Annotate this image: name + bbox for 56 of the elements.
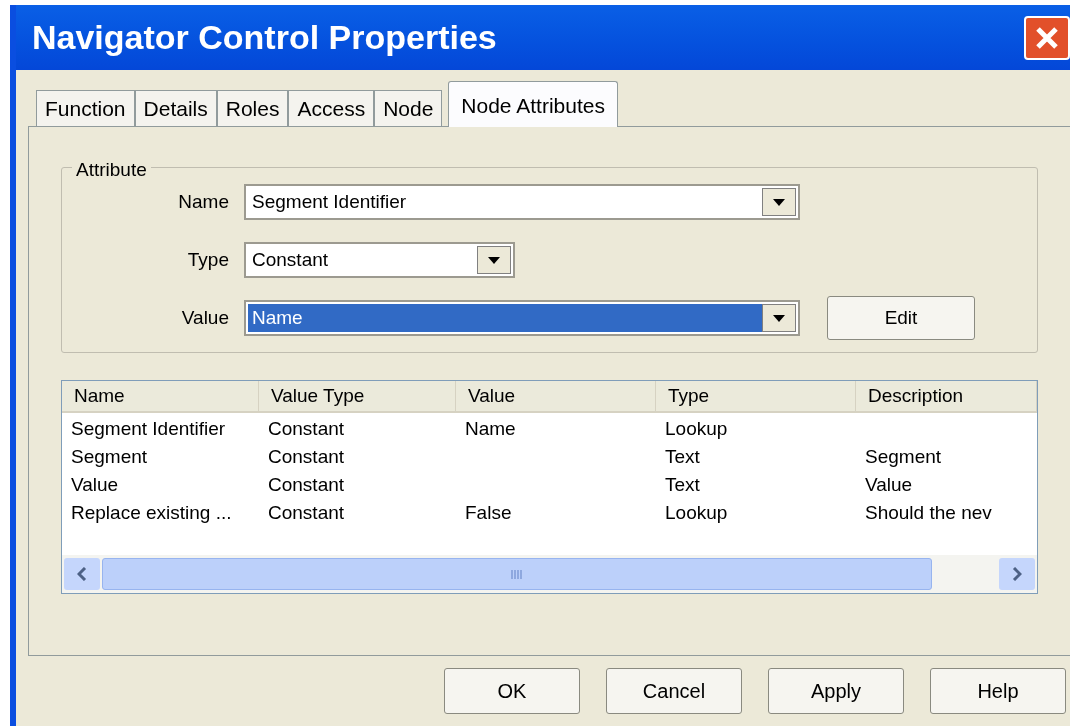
dialog-button[interactable]: Apply xyxy=(768,668,904,714)
tab[interactable]: Node Attributes xyxy=(448,81,618,127)
scroll-thumb[interactable] xyxy=(102,558,932,590)
scroll-left-button[interactable] xyxy=(64,558,100,590)
table-cell: Segment xyxy=(865,445,942,467)
table-cell: Value xyxy=(71,473,119,495)
table-cell: False xyxy=(465,501,512,523)
table-cell: Value xyxy=(865,473,913,495)
table-cell: Constant xyxy=(268,417,345,439)
dropdown-field[interactable]: Segment Identifier xyxy=(244,184,800,220)
close-icon xyxy=(1034,24,1060,51)
grip-icon xyxy=(511,569,523,579)
tab[interactable]: Node xyxy=(374,90,443,126)
field-value: Name xyxy=(248,304,762,332)
dialog-button[interactable]: Cancel xyxy=(606,668,742,714)
down-arrow-icon xyxy=(773,314,785,322)
table-cell: Segment Identifier xyxy=(71,417,226,439)
field-value: Constant xyxy=(251,247,330,272)
dropdown-field[interactable]: Name xyxy=(244,300,800,336)
tab[interactable]: Roles xyxy=(216,90,289,126)
column-header[interactable]: Value Type xyxy=(259,381,456,413)
edit-button[interactable]: Edit xyxy=(827,296,975,340)
column-header[interactable]: Name xyxy=(62,381,259,413)
dropdown-arrow-button[interactable] xyxy=(762,188,796,216)
table-cell: Segment xyxy=(71,445,148,467)
tab[interactable]: Details xyxy=(134,90,217,126)
table-cell: Lookup xyxy=(665,417,728,439)
horizontal-scrollbar[interactable] xyxy=(62,555,1037,593)
table-cell: Text xyxy=(665,445,700,467)
column-header[interactable]: Value xyxy=(456,381,656,413)
tab[interactable]: Function xyxy=(36,90,135,126)
dialog-button[interactable]: OK xyxy=(444,668,580,714)
dropdown-arrow-button[interactable] xyxy=(477,246,511,274)
down-arrow-icon xyxy=(488,256,500,264)
table-cell: Replace existing ... xyxy=(71,501,232,523)
table-cell: Lookup xyxy=(665,501,728,523)
table-cell: Constant xyxy=(268,501,345,523)
dropdown-arrow-button[interactable] xyxy=(762,304,796,332)
tab[interactable]: Access xyxy=(288,90,375,126)
table-cell: Constant xyxy=(268,445,345,467)
field-label: Type xyxy=(186,247,230,272)
down-arrow-icon xyxy=(773,198,785,206)
window-title: Navigator Control Properties xyxy=(32,17,497,58)
field-label: Name xyxy=(177,189,230,214)
dropdown-field[interactable]: Constant xyxy=(244,242,515,278)
field-value: Segment Identifier xyxy=(251,189,408,214)
column-header[interactable]: Type xyxy=(656,381,856,413)
dialog-button[interactable]: Help xyxy=(930,668,1066,714)
table-cell: Should the nev xyxy=(865,501,992,523)
table-cell: Constant xyxy=(268,473,345,495)
field-label: Value xyxy=(180,305,230,330)
scroll-right-button[interactable] xyxy=(999,558,1035,590)
table-cell: Name xyxy=(465,417,516,439)
column-header[interactable]: Description xyxy=(856,381,1037,413)
table-cell: Text xyxy=(665,473,700,495)
close-button[interactable] xyxy=(1024,15,1070,60)
